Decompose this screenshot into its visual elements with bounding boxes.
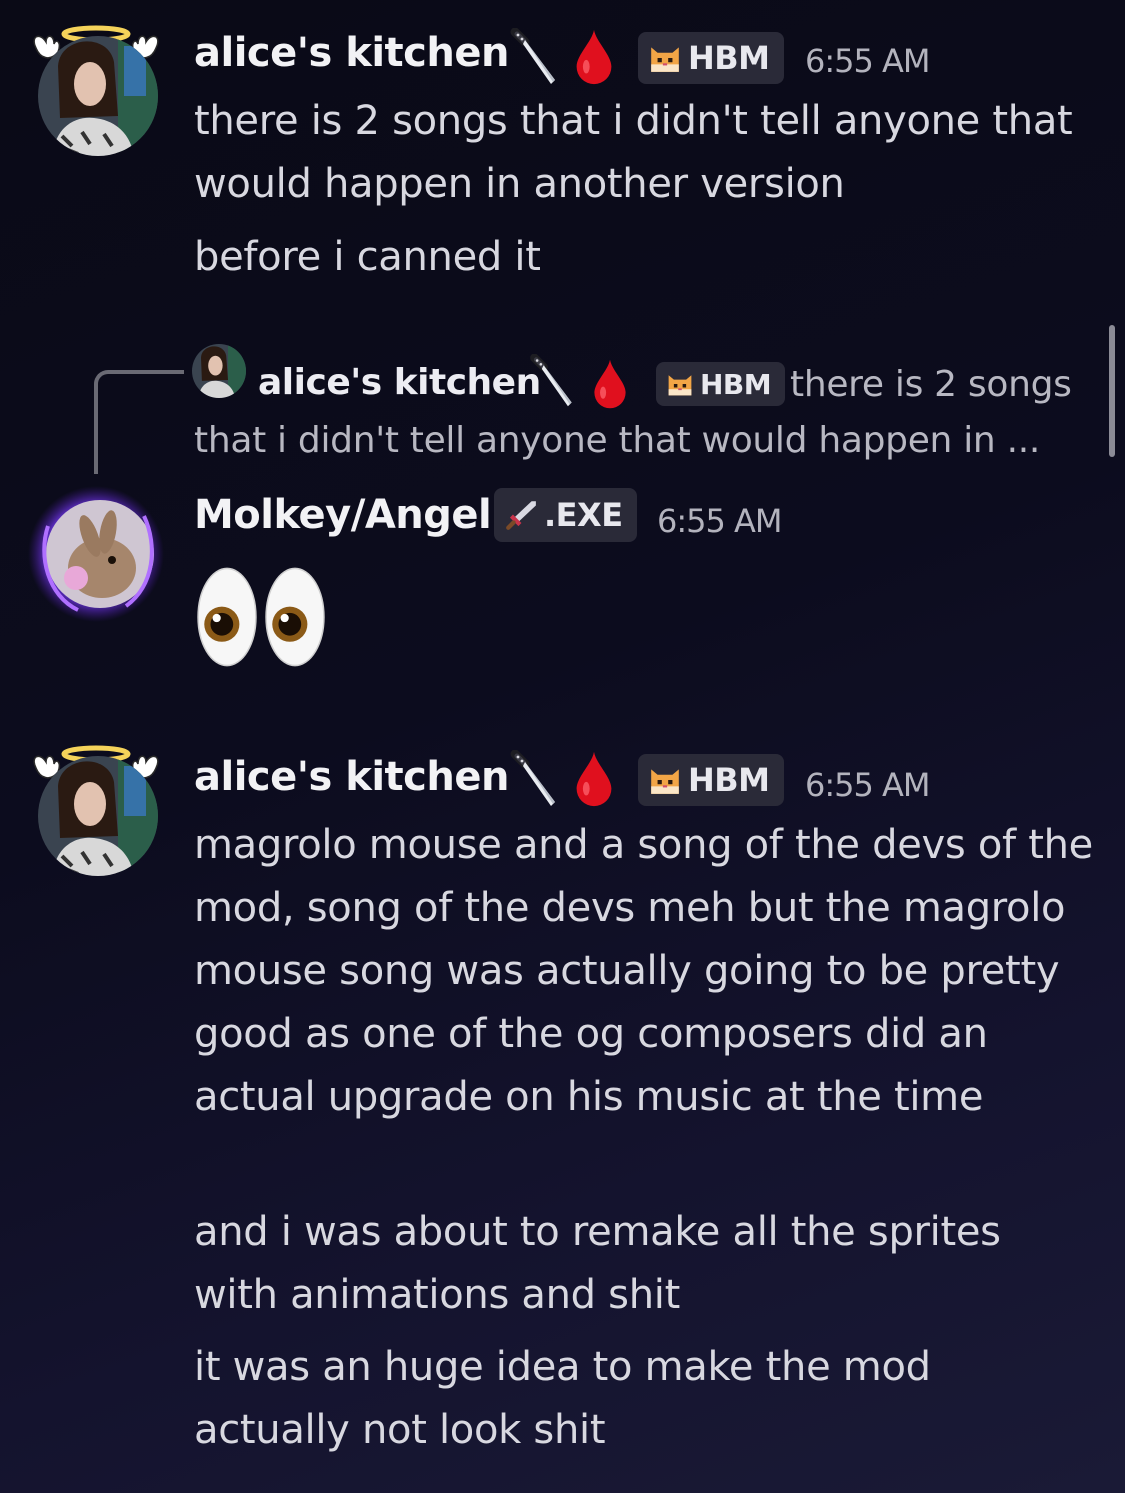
- server-tag[interactable]: HBM: [638, 32, 784, 84]
- message-2: alice's kitchen HBM there is 2 songs tha…: [0, 330, 1125, 690]
- blood-drop-icon: [574, 750, 614, 808]
- cat-tag-icon: [648, 763, 682, 797]
- message-text: and i was about to remake all the sprite…: [194, 1209, 1001, 1318]
- reply-connector: [94, 370, 184, 474]
- tag-label: .EXE: [544, 496, 623, 534]
- message-1: alice's kitchen HBM 6:55 AM there is 2 s…: [0, 0, 1125, 290]
- message-text: before i canned it: [194, 234, 541, 280]
- tag-label: HBM: [688, 761, 770, 799]
- message-3: alice's kitchen HBM 6:55 AM magrolo mous…: [0, 720, 1125, 1493]
- reply-username[interactable]: alice's kitchen: [258, 362, 541, 403]
- username[interactable]: alice's kitchen: [194, 754, 509, 800]
- tag-label: HBM: [700, 367, 772, 401]
- reply-snippet[interactable]: there is 2 songs: [790, 364, 1072, 405]
- avatar[interactable]: [38, 756, 158, 876]
- message-text: magrolo mouse and a song of the devs of …: [194, 822, 1093, 1120]
- message-text: there is 2 songs that i didn't tell anyo…: [194, 98, 1073, 207]
- cat-tag-icon: [666, 370, 694, 398]
- eyes-emoji: [194, 560, 334, 674]
- blood-drop-icon: [592, 358, 628, 410]
- message-text: it was an huge idea to make the mod actu…: [194, 1344, 931, 1453]
- username[interactable]: alice's kitchen: [194, 30, 509, 76]
- username[interactable]: Molkey/Angel: [194, 492, 492, 538]
- tag-label: HBM: [688, 39, 770, 77]
- sword-tag-icon: [504, 498, 538, 532]
- knife-icon: [508, 28, 562, 88]
- server-tag[interactable]: HBM: [638, 754, 784, 806]
- reply-snippet-continued[interactable]: that i didn't tell anyone that would hap…: [194, 420, 1040, 461]
- blood-drop-icon: [574, 28, 614, 86]
- timestamp: 6:55 AM: [657, 502, 783, 540]
- knife-icon: [528, 354, 578, 410]
- reply-avatar[interactable]: [192, 344, 246, 398]
- avatar[interactable]: [28, 486, 164, 622]
- server-tag[interactable]: .EXE: [494, 488, 637, 542]
- timestamp: 6:55 AM: [805, 766, 931, 804]
- cat-tag-icon: [648, 41, 682, 75]
- scrollbar[interactable]: [1109, 325, 1115, 457]
- avatar[interactable]: [38, 36, 158, 156]
- timestamp: 6:55 AM: [805, 42, 931, 80]
- knife-icon: [508, 750, 562, 810]
- server-tag[interactable]: HBM: [656, 362, 786, 406]
